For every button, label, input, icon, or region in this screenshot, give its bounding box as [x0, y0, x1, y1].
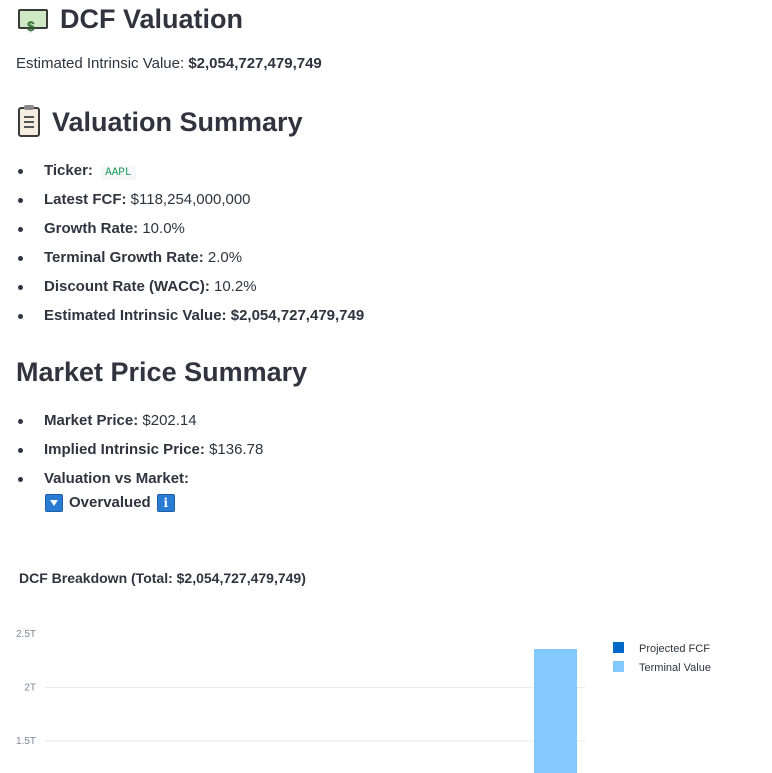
list-item-label: Discount Rate (WACC):	[44, 278, 210, 295]
list-item-value: $2,054,727,479,749	[230, 307, 365, 324]
intrinsic-label: Estimated Intrinsic Value:	[16, 55, 185, 72]
list-item-value: 10.0%	[142, 220, 185, 237]
market-summary-list: Market Price: $202.14 Implied Intrinsic …	[16, 406, 263, 493]
valuation-summary-list: Ticker: AAPL Latest FCF: $118,254,000,00…	[16, 156, 364, 330]
legend-label[interactable]: Terminal Value	[639, 662, 711, 674]
intrinsic-value: $2,054,727,479,749	[188, 55, 322, 72]
y-tick-label: 1.5T	[16, 736, 36, 747]
dollar-banknote-icon	[18, 9, 48, 43]
list-item-label: Terminal Growth Rate:	[44, 249, 204, 266]
bar-terminal-value[interactable]	[534, 648, 577, 773]
legend-swatch[interactable]	[613, 661, 624, 672]
list-item-value: $136.78	[209, 441, 264, 458]
chart-title: DCF Breakdown (Total: $2,054,727,479,749…	[19, 570, 306, 586]
list-item-terminal-growth: Terminal Growth Rate: 2.0%	[16, 243, 364, 272]
list-item-value: 10.2%	[214, 278, 257, 295]
list-item-market-price: Market Price: $202.14	[16, 406, 263, 435]
market-summary-title: Market Price Summary	[16, 357, 308, 387]
list-item-value: $118,254,000,000	[130, 191, 251, 208]
list-item-label: Implied Intrinsic Price:	[44, 441, 205, 458]
down-arrow-icon	[45, 494, 63, 512]
list-item-valuation-vs-market: Valuation vs Market:	[16, 464, 263, 493]
list-item-label: Ticker:	[44, 162, 93, 179]
intrinsic-value-line: Estimated Intrinsic Value: $2,054,727,47…	[16, 53, 322, 75]
status-label: Overvalued	[69, 494, 151, 511]
list-item-implied-price: Implied Intrinsic Price: $136.78	[16, 435, 263, 464]
valuation-status: Overvalued i	[45, 493, 175, 513]
list-item-label: Valuation vs Market:	[44, 470, 190, 487]
y-tick-label: 2.5T	[16, 629, 36, 640]
list-item-label: Market Price:	[44, 412, 139, 429]
list-item-discount-rate: Discount Rate (WACC): 10.2%	[16, 272, 364, 301]
list-item-label: Growth Rate:	[44, 220, 139, 237]
info-icon[interactable]: i	[156, 494, 175, 512]
app-page: DCF Valuation Estimated Intrinsic Value:…	[0, 0, 772, 773]
list-item-intrinsic-value: Estimated Intrinsic Value: $2,054,727,47…	[16, 301, 364, 330]
list-item-ticker: Ticker: AAPL	[16, 156, 364, 185]
page-title-text: DCF Valuation	[60, 4, 244, 34]
list-item-latest-fcf: Latest FCF: $118,254,000,000	[16, 185, 364, 214]
legend-label[interactable]: Projected FCF	[639, 643, 710, 655]
clipboard-icon	[18, 105, 40, 137]
valuation-summary-heading: Valuation Summary	[16, 105, 303, 139]
list-item-label: Latest FCF:	[44, 191, 127, 208]
list-item-label: Estimated Intrinsic Value:	[44, 307, 227, 324]
ticker-code: AAPL	[101, 166, 136, 180]
market-summary-heading: Market Price Summary	[16, 355, 307, 389]
list-item-growth-rate: Growth Rate: 10.0%	[16, 214, 364, 243]
list-item-value: 2.0%	[207, 249, 243, 266]
valuation-summary-title: Valuation Summary	[52, 107, 303, 137]
page-title: DCF Valuation	[18, 2, 244, 43]
dcf-breakdown-chart: 2.5T 2T 1.5T Projected FCF Terminal Value	[16, 629, 711, 773]
y-tick-label: 2T	[24, 683, 36, 694]
list-item-value: $202.14	[142, 412, 197, 429]
legend-swatch[interactable]	[613, 642, 624, 653]
